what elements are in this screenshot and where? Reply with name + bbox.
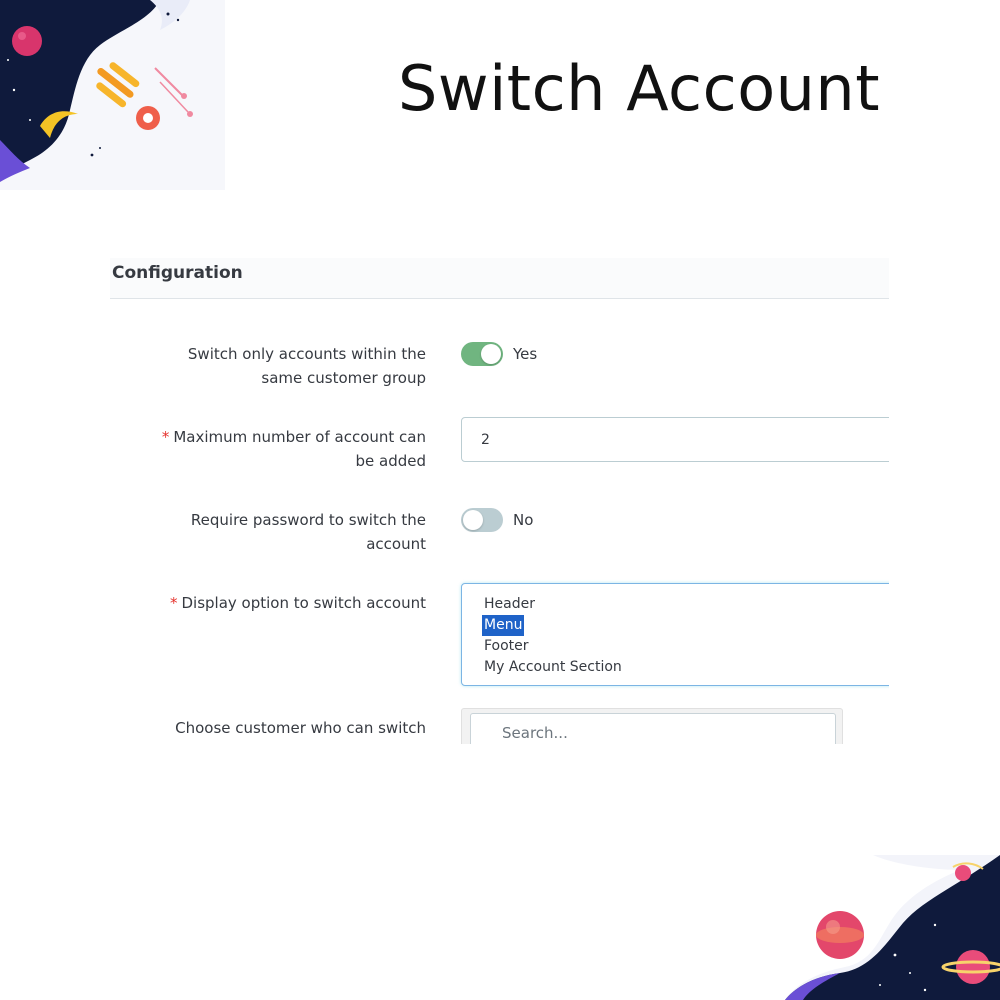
toggle-knob [463,510,483,530]
max-accounts-input[interactable] [461,417,901,462]
require-password-label-line1: Require password to switch the [190,511,426,529]
space-illustration-top-left [0,0,225,190]
require-password-toggle-value: No [513,511,534,529]
customer-search-container [461,708,843,744]
required-mark: * [170,594,178,612]
same-group-label-line1: Switch only accounts within the [187,345,426,363]
same-group-toggle-value: Yes [513,345,538,363]
screenshot-crop-edge [889,250,1000,750]
toggle-knob [481,344,501,364]
same-group-label: Switch only accounts within the same cus… [136,342,426,390]
listbox-option-menu[interactable]: Menu [482,615,525,636]
listbox-option-my-account-section[interactable]: My Account Section [482,657,624,678]
configuration-panel-header: Configuration [110,258,889,299]
page-title: Switch Account [398,52,881,125]
max-accounts-label-line2: be added [355,452,426,470]
space-illustration-bottom-right [785,855,1000,1000]
customer-search-input[interactable] [470,713,836,744]
require-password-label-line2: account [366,535,426,553]
display-option-label-text: Display option to switch account [181,594,427,612]
max-accounts-label: * Maximum number of account can be added [136,425,426,473]
same-group-toggle[interactable] [461,342,503,366]
choose-customer-label: Choose customer who can switch [175,719,426,737]
required-mark: * [161,428,170,446]
max-accounts-label-line1: Maximum number of account can [173,428,426,446]
listbox-option-header[interactable]: Header [482,594,537,615]
listbox-option-footer[interactable]: Footer [482,636,531,657]
require-password-toggle[interactable] [461,508,503,532]
same-group-label-line2: same customer group [261,369,426,387]
panel-title: Configuration [112,263,243,283]
display-option-label: * Display option to switch account [136,591,426,615]
require-password-label: Require password to switch the account [136,508,426,556]
display-option-listbox[interactable]: Header Menu Footer My Account Section [461,583,901,686]
